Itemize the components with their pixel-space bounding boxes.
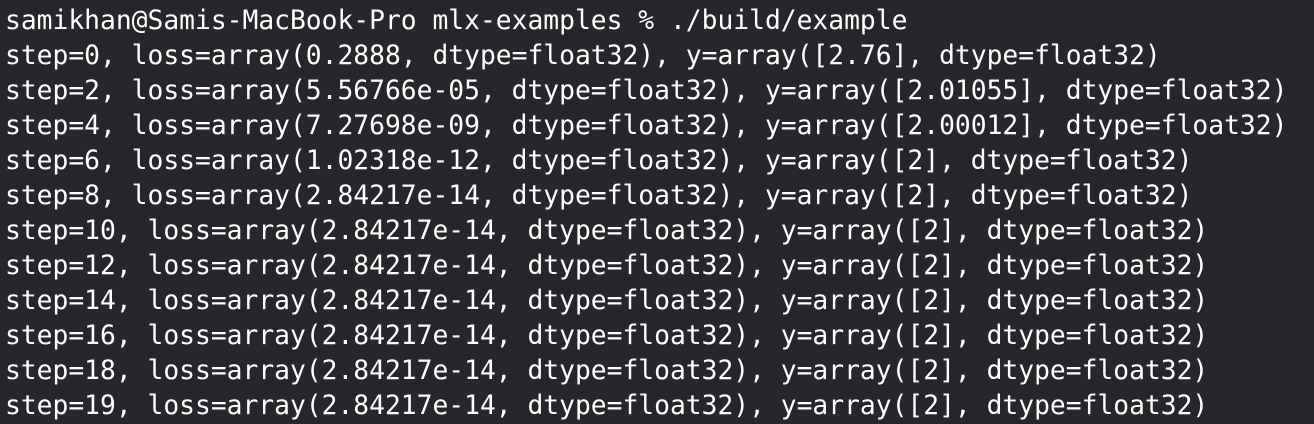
output-line: step=8, loss=array(2.84217e-14, dtype=fl… [5,181,1193,211]
output-line: step=19, loss=array(2.84217e-14, dtype=f… [5,391,1209,421]
command-prompt-line: samikhan@Samis-MacBook-Pro mlx-examples … [5,6,908,36]
output-line: step=16, loss=array(2.84217e-14, dtype=f… [5,321,1209,351]
output-line: step=18, loss=array(2.84217e-14, dtype=f… [5,356,1209,386]
output-line: step=6, loss=array(1.02318e-12, dtype=fl… [5,146,1193,176]
output-line: step=2, loss=array(5.56766e-05, dtype=fl… [5,76,1288,106]
output-line: step=14, loss=array(2.84217e-14, dtype=f… [5,286,1209,316]
output-line: step=4, loss=array(7.27698e-09, dtype=fl… [5,111,1288,141]
output-line: step=12, loss=array(2.84217e-14, dtype=f… [5,251,1209,281]
output-line: step=10, loss=array(2.84217e-14, dtype=f… [5,216,1209,246]
terminal-window[interactable]: samikhan@Samis-MacBook-Pro mlx-examples … [0,0,1314,424]
output-line: step=0, loss=array(0.2888, dtype=float32… [5,41,1161,71]
